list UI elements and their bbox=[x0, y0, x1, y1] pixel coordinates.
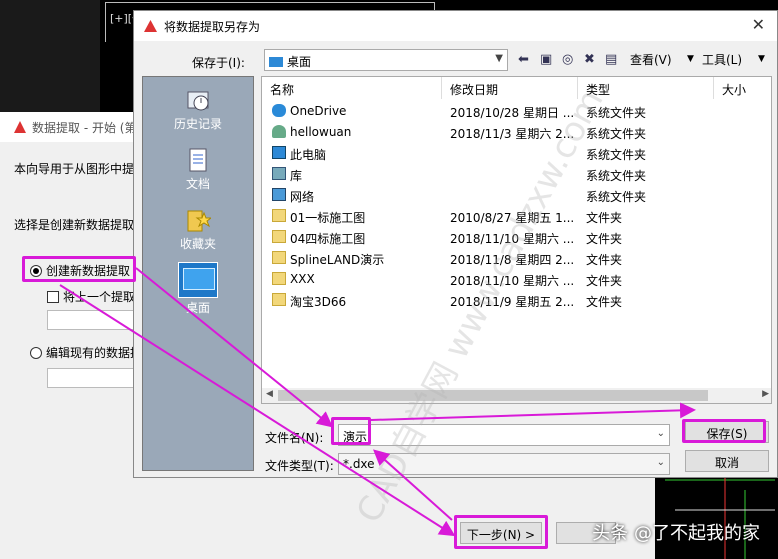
computer-icon bbox=[272, 146, 286, 159]
file-type: 系统文件夹 bbox=[586, 148, 647, 162]
history-icon bbox=[187, 91, 209, 111]
file-type: 文件夹 bbox=[586, 253, 623, 267]
documents-icon bbox=[189, 148, 207, 172]
file-type: 系统文件夹 bbox=[586, 169, 647, 183]
folder-icon bbox=[272, 230, 286, 243]
delete-icon[interactable]: ✖ bbox=[584, 52, 595, 67]
footer-watermark: 头条 @了不起我的家 bbox=[592, 523, 760, 544]
view-menu[interactable]: 查看(V) bbox=[630, 51, 672, 68]
radio-edit-existing[interactable]: 编辑现有的数据提 bbox=[30, 344, 142, 361]
highlight-create-new bbox=[22, 256, 136, 282]
scroll-left-icon[interactable]: ◀ bbox=[266, 389, 273, 399]
up-folder-icon[interactable]: ▣ bbox=[540, 52, 552, 67]
file-list-item[interactable]: 此电脑 系统文件夹 bbox=[262, 143, 771, 164]
file-list-item[interactable]: 淘宝3D66 2018/11/9 星期五 2... 文件夹 bbox=[262, 290, 771, 311]
file-name: 网络 bbox=[290, 190, 315, 204]
autocad-logo-icon bbox=[144, 20, 157, 32]
favorites-icon bbox=[187, 210, 211, 232]
save-in-combo[interactable]: 桌面 ▼ bbox=[264, 49, 508, 71]
checkbox-icon bbox=[47, 291, 59, 303]
column-header-size[interactable]: 大小 bbox=[714, 77, 771, 99]
file-list-item[interactable]: OneDrive 2018/10/28 星期日 ... 系统文件夹 bbox=[262, 101, 771, 122]
file-name: 库 bbox=[290, 169, 303, 183]
view-dropdown-icon[interactable]: ▼ bbox=[687, 54, 694, 64]
wizard-question-text: 选择是创建新数据提取 bbox=[14, 218, 135, 232]
file-type: 文件夹 bbox=[586, 232, 623, 246]
back-arrow-icon[interactable]: ⬅ bbox=[518, 52, 529, 67]
highlight-filename bbox=[331, 417, 371, 445]
highlight-next bbox=[454, 515, 548, 549]
checkbox-use-previous[interactable]: 将上一个提取 bbox=[47, 288, 135, 305]
folder-icon bbox=[272, 293, 286, 306]
radio-edit-existing-label: 编辑现有的数据提 bbox=[46, 346, 143, 360]
dialog-title-bar: 将数据提取另存为 ✕ bbox=[134, 11, 777, 41]
save-in-label: 保存于(I): bbox=[192, 56, 245, 70]
cad-drawing-lines bbox=[665, 470, 775, 559]
folder-icon bbox=[272, 209, 286, 222]
chevron-down-icon: ▼ bbox=[495, 53, 503, 64]
file-type: 系统文件夹 bbox=[586, 190, 647, 204]
sort-up-icon: ^ bbox=[348, 76, 356, 84]
wizard-title: 数据提取 - 开始 (第 bbox=[32, 121, 137, 135]
new-folder-icon[interactable]: ▤ bbox=[605, 52, 617, 67]
column-header-date[interactable]: 修改日期 bbox=[442, 77, 578, 99]
place-documents[interactable]: 文档 bbox=[143, 141, 253, 199]
place-history-label: 历史记录 bbox=[173, 117, 222, 131]
place-history[interactable]: 历史记录 bbox=[143, 81, 253, 139]
places-bar: 历史记录 文档 收藏夹 桌面 bbox=[142, 76, 254, 471]
file-type: 文件夹 bbox=[586, 211, 623, 225]
file-type: 文件夹 bbox=[586, 274, 623, 288]
file-name: 淘宝3D66 bbox=[290, 295, 347, 309]
filetype-label: 文件类型(T): bbox=[265, 459, 334, 473]
file-name: OneDrive bbox=[290, 104, 347, 118]
folder-icon bbox=[272, 272, 286, 285]
tools-dropdown-icon[interactable]: ▼ bbox=[758, 54, 765, 64]
user-icon bbox=[272, 125, 286, 138]
place-documents-label: 文档 bbox=[185, 177, 210, 191]
file-name: 01一标施工图 bbox=[290, 211, 366, 225]
network-icon bbox=[272, 188, 286, 201]
dialog-title: 将数据提取另存为 bbox=[164, 20, 261, 34]
search-web-icon[interactable]: ◎ bbox=[562, 52, 573, 67]
file-name: XXX bbox=[290, 272, 315, 286]
folder-icon bbox=[272, 251, 286, 264]
save-as-dialog: 将数据提取另存为 ✕ 保存于(I): 桌面 ▼ ⬅ ▣ ◎ ✖ ▤ 查看(V) … bbox=[133, 10, 778, 478]
place-favorites[interactable]: 收藏夹 bbox=[143, 201, 253, 259]
desktop-icon bbox=[269, 57, 283, 67]
desktop-selected-icon bbox=[178, 262, 218, 298]
onedrive-icon bbox=[272, 104, 286, 117]
file-list-item[interactable]: hellowuan 2018/11/3 星期六 2... 系统文件夹 bbox=[262, 122, 771, 143]
cancel-button[interactable]: 取消 bbox=[685, 450, 769, 472]
save-in-value: 桌面 bbox=[287, 55, 312, 69]
horizontal-scrollbar[interactable]: ◀ ▶ bbox=[262, 388, 771, 403]
file-name: hellowuan bbox=[290, 125, 352, 139]
file-name: 04四标施工图 bbox=[290, 232, 366, 246]
chevron-down-icon: ⌄ bbox=[656, 457, 665, 468]
close-icon[interactable]: ✕ bbox=[752, 15, 765, 34]
place-desktop-label: 桌面 bbox=[185, 301, 210, 315]
place-favorites-label: 收藏夹 bbox=[179, 237, 216, 251]
wizard-intro-text: 本向导用于从图形中提 bbox=[14, 162, 135, 176]
filename-label: 文件名(N): bbox=[265, 431, 324, 445]
file-type: 文件夹 bbox=[586, 295, 623, 309]
tools-menu[interactable]: 工具(L) bbox=[702, 51, 742, 68]
autocad-logo-icon bbox=[14, 121, 26, 133]
highlight-save bbox=[682, 419, 766, 443]
file-name: 此电脑 bbox=[290, 148, 327, 162]
column-header-name[interactable]: 名称 ^ bbox=[262, 77, 442, 99]
file-name: SplineLAND演示 bbox=[290, 253, 385, 267]
wizard-footer bbox=[0, 478, 655, 559]
scroll-right-icon[interactable]: ▶ bbox=[762, 389, 769, 399]
chevron-down-icon: ⌄ bbox=[656, 428, 665, 439]
library-icon bbox=[272, 167, 286, 180]
scrollbar-thumb[interactable] bbox=[278, 390, 708, 401]
radio-unselected-icon bbox=[30, 347, 42, 359]
checkbox-use-previous-label: 将上一个提取 bbox=[63, 290, 136, 304]
